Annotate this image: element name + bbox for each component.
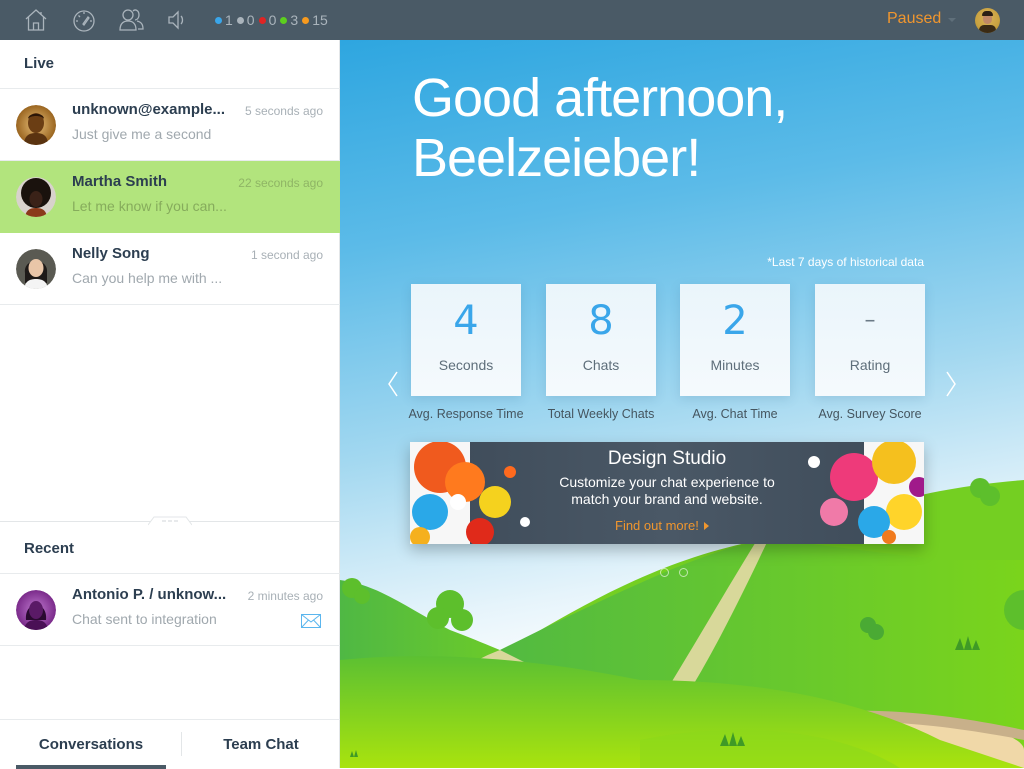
stat-value: 2: [722, 298, 748, 344]
chat-time: 2 minutes ago: [247, 589, 323, 603]
carousel-dot[interactable]: [660, 568, 669, 577]
stat-label: Avg. Chat Time: [692, 407, 778, 421]
find-out-more-link[interactable]: Find out more!: [615, 518, 709, 533]
sidebar-tabs: Conversations Team Chat: [0, 719, 340, 769]
chat-time: 5 seconds ago: [244, 104, 323, 118]
divider: [0, 645, 340, 646]
greeting-heading: Good afternoon, Beelzeieber!: [412, 68, 788, 188]
design-studio-banner[interactable]: Design Studio Customize your chat experi…: [410, 442, 924, 544]
stat-unit: Chats: [582, 357, 620, 373]
carousel-next-arrow[interactable]: [944, 370, 958, 398]
carousel-prev-arrow[interactable]: [386, 370, 400, 398]
chat-list-item[interactable]: Nelly Song 1 second ago Can you help me …: [0, 233, 340, 305]
stat-value: 8: [588, 298, 614, 344]
stat-label: Avg. Response Time: [408, 407, 524, 421]
status-dot: [236, 16, 244, 24]
chat-name: Nelly Song: [72, 245, 150, 262]
counter-value: 3: [290, 12, 299, 28]
top-bar: 1 0 0 3 15 Paused: [0, 0, 1024, 40]
avatar: [16, 105, 56, 145]
carousel-pagination: [660, 568, 698, 577]
status-label: Paused: [887, 10, 942, 27]
tab-team-chat[interactable]: Team Chat: [186, 720, 336, 769]
greeting-line-2: Beelzeieber!: [412, 128, 701, 188]
mail-icon: [301, 614, 321, 633]
banner-title: Design Studio: [607, 448, 727, 469]
tab-separator: [181, 732, 182, 756]
panel-resize-handle[interactable]: [147, 513, 193, 526]
stat-unit: Seconds: [438, 357, 494, 373]
live-section-title: Live: [24, 55, 55, 72]
stat-unit: Minutes: [710, 357, 760, 373]
status-dot: [215, 16, 222, 24]
carousel-dot[interactable]: [679, 568, 688, 577]
counter-value: 15: [312, 12, 328, 28]
cta-label: Find out more!: [615, 518, 699, 533]
sidebar: Live unknown@example... 5 seconds ago Ju…: [0, 40, 340, 769]
speedometer-icon[interactable]: [70, 6, 98, 34]
counter-idle: 0: [236, 12, 255, 28]
stat-card-chat-time: 2 Minutes: [680, 284, 790, 396]
chat-name: unknown@example...: [72, 101, 225, 118]
chat-preview: Just give me a second: [72, 126, 212, 142]
users-icon[interactable]: [118, 6, 146, 34]
chat-name: Antonio P. / unknow...: [72, 586, 227, 603]
chat-preview: Chat sent to integration: [72, 611, 217, 627]
chat-counters: 1 0 0 3 15: [215, 12, 332, 28]
dashboard-main: Good afternoon, Beelzeieber! *Last 7 day…: [340, 40, 1024, 768]
historical-data-note: *Last 7 days of historical data: [767, 255, 924, 269]
chat-name: Martha Smith: [72, 173, 168, 190]
counter-value: 0: [246, 12, 255, 28]
banner-subtitle: Customize your chat experience to match …: [410, 474, 924, 508]
avatar: [16, 590, 56, 630]
stat-card-survey-score: – Rating: [815, 284, 925, 396]
counter-value: 1: [225, 12, 233, 28]
stat-label: Total Weekly Chats: [547, 407, 655, 421]
stat-card-weekly-chats: 8 Chats: [546, 284, 656, 396]
avatar: [16, 177, 56, 217]
stat-value: –: [864, 308, 876, 333]
avatar: [16, 249, 56, 289]
status-dot: [258, 16, 266, 24]
divider: [0, 304, 340, 305]
recent-section-title: Recent: [24, 540, 75, 557]
banner-subtitle-line: match your brand and website.: [571, 491, 763, 507]
speaker-icon[interactable]: [163, 6, 191, 34]
recent-chat-item[interactable]: Antonio P. / unknow... 2 minutes ago Cha…: [0, 574, 340, 646]
tab-conversations[interactable]: Conversations: [16, 720, 166, 769]
chat-time: 1 second ago: [250, 248, 323, 262]
chat-list-item[interactable]: unknown@example... 5 seconds ago Just gi…: [0, 89, 340, 161]
stat-value: 4: [453, 298, 479, 344]
status-dot: [280, 16, 288, 24]
stat-label: Avg. Survey Score: [818, 407, 922, 421]
chat-preview: Let me know if you can...: [72, 198, 227, 214]
counter-online: 3: [280, 12, 298, 28]
status-dropdown[interactable]: Paused: [887, 10, 957, 28]
play-arrow-icon: [703, 521, 709, 530]
status-dot: [302, 16, 310, 24]
counter-visitors: 15: [302, 12, 328, 28]
chat-time: 22 seconds ago: [238, 176, 323, 190]
counter-value: 0: [268, 12, 277, 28]
home-icon[interactable]: [22, 6, 50, 34]
stat-card-response-time: 4 Seconds: [411, 284, 521, 396]
chat-preview: Can you help me with ...: [72, 270, 223, 286]
chevron-down-icon: [948, 18, 957, 22]
chat-list-item-active[interactable]: Martha Smith 22 seconds ago Let me know …: [0, 161, 340, 233]
banner-subtitle-line: Customize your chat experience to: [559, 474, 775, 490]
user-avatar[interactable]: [975, 8, 1000, 33]
counter-missed: 0: [258, 12, 277, 28]
stat-unit: Rating: [849, 357, 891, 373]
counter-active: 1: [215, 12, 233, 28]
greeting-line-1: Good afternoon,: [412, 68, 788, 128]
